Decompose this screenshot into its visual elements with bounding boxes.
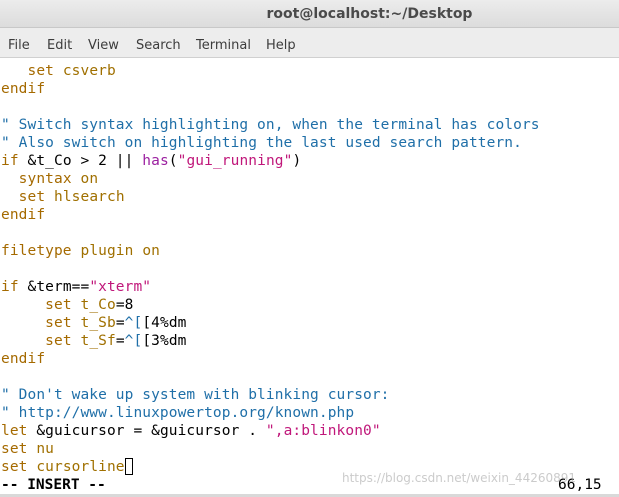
code-token: " Don't wake up system with blinking cur… xyxy=(1,387,390,403)
code-token: filetype xyxy=(1,243,72,259)
window-title: root@localhost:~/Desktop xyxy=(266,6,473,22)
code-token: cursorline xyxy=(36,459,125,475)
text-cursor xyxy=(124,458,133,475)
code-line[interactable]: endif xyxy=(1,350,45,368)
code-line[interactable]: if &t_Co > 2 || has("gui_running") xyxy=(1,152,301,170)
code-token: ^[ xyxy=(124,315,143,331)
code-line[interactable]: set t_Co=8 xyxy=(1,296,134,314)
code-token: ( xyxy=(168,153,178,169)
code-token: t_Sb xyxy=(80,315,116,331)
menu-edit[interactable]: Edit xyxy=(47,38,72,53)
code-token: t_Sf xyxy=(80,333,116,349)
code-token: has xyxy=(142,153,169,169)
vim-editor-buffer[interactable]: set csverb endif " Switch syntax highlight… xyxy=(0,62,619,476)
code-token: set xyxy=(45,297,72,313)
code-token: csverb xyxy=(62,63,116,79)
code-line[interactable]: endif xyxy=(1,206,45,224)
code-token: ^[ xyxy=(124,333,143,349)
code-token: on xyxy=(142,243,160,259)
code-token: ) xyxy=(292,153,302,169)
code-line[interactable]: endif xyxy=(1,80,45,98)
code-line[interactable]: set csverb xyxy=(1,62,116,80)
code-token: syntax xyxy=(18,171,72,187)
code-line[interactable]: " Don't wake up system with blinking cur… xyxy=(1,386,390,404)
menu-bar: File Edit View Search Terminal Help xyxy=(0,28,619,58)
code-token: set xyxy=(27,63,54,79)
code-token: endif xyxy=(1,207,46,223)
code-token: if xyxy=(1,279,19,295)
code-line[interactable]: syntax on xyxy=(1,170,98,188)
code-token: "xterm" xyxy=(89,279,152,295)
code-token: endif xyxy=(1,351,46,367)
code-token: = xyxy=(115,315,125,331)
code-token: on xyxy=(80,171,99,187)
code-token: " http://www.linuxpowertop.org/known.php xyxy=(1,405,355,421)
menu-file[interactable]: File xyxy=(8,38,30,53)
code-line[interactable]: " http://www.linuxpowertop.org/known.php xyxy=(1,404,354,422)
code-token: set xyxy=(1,459,28,475)
window-titlebar: root@localhost:~/Desktop xyxy=(0,0,619,28)
code-line[interactable]: if &term=="xterm" xyxy=(1,278,151,296)
code-token: set xyxy=(18,189,46,205)
code-line[interactable]: set cursorline xyxy=(1,458,133,476)
code-line[interactable]: set t_Sb=^[[4%dm xyxy=(1,314,187,332)
code-token: [3%dm xyxy=(142,333,187,349)
menu-help[interactable]: Help xyxy=(266,38,296,53)
watermark-text: https://blog.csdn.net/weixin_44260891 xyxy=(342,471,577,485)
code-token: &guicursor = &guicursor . xyxy=(27,423,266,439)
menu-view[interactable]: View xyxy=(88,38,119,53)
code-line[interactable]: set hlsearch xyxy=(1,188,125,206)
code-token: let xyxy=(1,423,28,439)
code-token: " Switch syntax highlighting on, when th… xyxy=(1,117,540,133)
code-token: &t_Co > 2 || xyxy=(18,153,143,169)
code-token: set xyxy=(45,333,72,349)
code-token: ",a:blinkon0" xyxy=(265,423,381,439)
code-token: nu xyxy=(36,441,55,457)
code-line[interactable]: " Also switch on highlighting the last u… xyxy=(1,134,522,152)
code-token: endif xyxy=(1,81,46,97)
mode-indicator: -- INSERT -- xyxy=(1,477,106,493)
menu-search[interactable]: Search xyxy=(136,38,181,53)
code-line[interactable]: " Switch syntax highlighting on, when th… xyxy=(1,116,540,134)
code-line[interactable]: set t_Sf=^[[3%dm xyxy=(1,332,187,350)
code-token: plugin xyxy=(80,243,134,259)
code-token: set xyxy=(1,441,28,457)
code-token: = xyxy=(115,333,125,349)
code-token: if xyxy=(1,153,19,169)
code-token: " Also switch on highlighting the last u… xyxy=(1,135,522,151)
menu-terminal[interactable]: Terminal xyxy=(196,38,251,53)
code-token: "gui_running" xyxy=(177,153,293,169)
code-token: [4%dm xyxy=(142,315,187,331)
code-line[interactable]: let &guicursor = &guicursor . ",a:blinko… xyxy=(1,422,381,440)
code-token: t_Co xyxy=(80,297,116,313)
code-token: =8 xyxy=(115,297,134,313)
code-token: hlsearch xyxy=(54,189,125,205)
code-line[interactable]: filetype plugin on xyxy=(1,242,160,260)
code-line[interactable]: set nu xyxy=(1,440,54,458)
code-token: set xyxy=(45,315,72,331)
code-token: &term== xyxy=(18,279,90,295)
